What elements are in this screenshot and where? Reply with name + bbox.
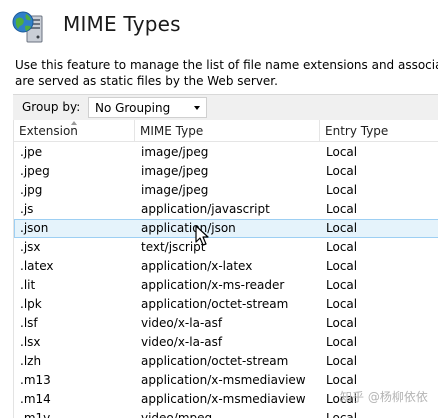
cell-mime-type: image/jpeg xyxy=(141,145,209,159)
cell-mime-type: application/octet-stream xyxy=(141,297,289,311)
cell-entry-type: Local xyxy=(326,373,358,387)
column-header-label: Extension xyxy=(19,124,78,138)
page-title: MIME Types xyxy=(63,12,181,36)
column-header-entry-type[interactable]: Entry Type xyxy=(320,120,438,142)
cell-entry-type: Local xyxy=(326,164,358,178)
cell-mime-type: video/mpeg xyxy=(141,411,213,418)
cell-mime-type: application/json xyxy=(141,221,236,235)
cell-extension: .latex xyxy=(20,259,54,273)
cell-mime-type: application/javascript xyxy=(141,202,270,216)
cell-entry-type: Local xyxy=(326,335,358,349)
cell-extension: .lzh xyxy=(20,354,42,368)
cell-mime-type: application/x-msmediaview xyxy=(141,392,306,406)
cell-entry-type: Local xyxy=(326,259,358,273)
cell-mime-type: video/x-la-asf xyxy=(141,335,223,349)
cell-mime-type: video/x-la-asf xyxy=(141,316,223,330)
cell-extension: .lit xyxy=(20,278,36,292)
cell-entry-type: Local xyxy=(326,316,358,330)
mouse-pointer-icon xyxy=(195,225,211,247)
cell-mime-type: application/x-msmediaview xyxy=(141,373,306,387)
cell-entry-type: Local xyxy=(326,354,358,368)
globe-server-icon xyxy=(12,10,46,44)
cell-extension: .lsf xyxy=(20,316,38,330)
table-row[interactable]: .lit application/x-ms-reader Local xyxy=(14,276,438,295)
cell-extension: .json xyxy=(20,221,49,235)
feature-description: Use this feature to manage the list of f… xyxy=(15,57,438,89)
column-header-mime-type[interactable]: MIME Type xyxy=(135,120,320,142)
table-row[interactable]: .lzh application/octet-stream Local xyxy=(14,352,438,371)
group-by-dropdown[interactable]: No Grouping xyxy=(88,97,207,118)
cell-entry-type: Local xyxy=(326,202,358,216)
sort-ascending-icon xyxy=(71,121,77,125)
cell-entry-type: Local xyxy=(326,278,358,292)
table-row[interactable]: .jpe image/jpeg Local xyxy=(14,143,438,162)
cell-mime-type: image/jpeg xyxy=(141,164,209,178)
cell-entry-type: Local xyxy=(326,240,358,254)
table-row[interactable]: .jpg image/jpeg Local xyxy=(14,181,438,200)
cell-extension: .jsx xyxy=(20,240,41,254)
group-by-value: No Grouping xyxy=(95,101,171,115)
watermark: 知乎 @杨柳依依 xyxy=(340,390,428,404)
cell-extension: .jpeg xyxy=(20,164,50,178)
cell-extension: .m1v xyxy=(20,411,51,418)
cell-entry-type: Local xyxy=(326,411,358,418)
cell-mime-type: application/x-latex xyxy=(141,259,253,273)
table-row[interactable]: .lsx video/x-la-asf Local xyxy=(14,333,438,352)
grid-rows: .jpe image/jpeg Local .jpeg image/jpeg Local.… xyxy=(14,143,438,418)
cell-extension: .jpe xyxy=(20,145,43,159)
table-row[interactable]: .jsx text/jscript Local xyxy=(14,238,438,257)
cell-extension: .lpk xyxy=(20,297,42,311)
table-row[interactable]: .lsf video/x-la-asf Local xyxy=(14,314,438,333)
cell-mime-type: application/octet-stream xyxy=(141,354,289,368)
column-header-extension[interactable]: Extension xyxy=(14,120,135,142)
cell-mime-type: image/jpeg xyxy=(141,183,209,197)
cell-extension: .jpg xyxy=(20,183,43,197)
cell-entry-type: Local xyxy=(326,145,358,159)
column-header-row: Extension MIME Type Entry Type xyxy=(14,120,438,142)
column-header-label: Entry Type xyxy=(325,124,389,138)
group-by-toolbar: Group by: No Grouping xyxy=(13,94,438,120)
cell-extension: .lsx xyxy=(20,335,41,349)
mime-types-grid: Extension MIME Type Entry Type .jpe image… xyxy=(13,120,438,418)
cell-entry-type: Local xyxy=(326,183,358,197)
table-row[interactable]: .m1v video/mpeg Local xyxy=(14,409,438,418)
cell-entry-type: Local xyxy=(326,297,358,311)
cell-extension: .m13 xyxy=(20,373,51,387)
column-header-label: MIME Type xyxy=(140,124,204,138)
table-row[interactable]: .latex application/x-latex Local xyxy=(14,257,438,276)
group-by-label: Group by: xyxy=(22,100,81,114)
table-row[interactable]: .lpk application/octet-stream Local xyxy=(14,295,438,314)
cell-extension: .m14 xyxy=(20,392,51,406)
table-row[interactable]: .json application/json Local xyxy=(14,219,438,238)
table-row[interactable]: .js application/javascript Local xyxy=(14,200,438,219)
page-header: MIME Types xyxy=(0,0,438,52)
description-line-2: are served as static files by the Web se… xyxy=(15,74,278,88)
table-row[interactable]: .jpeg image/jpeg Local xyxy=(14,162,438,181)
chevron-down-icon[interactable] xyxy=(194,106,200,110)
cell-mime-type: application/x-ms-reader xyxy=(141,278,285,292)
cell-extension: .js xyxy=(20,202,34,216)
cell-entry-type: Local xyxy=(326,221,358,235)
description-line-1: Use this feature to manage the list of f… xyxy=(15,58,438,72)
